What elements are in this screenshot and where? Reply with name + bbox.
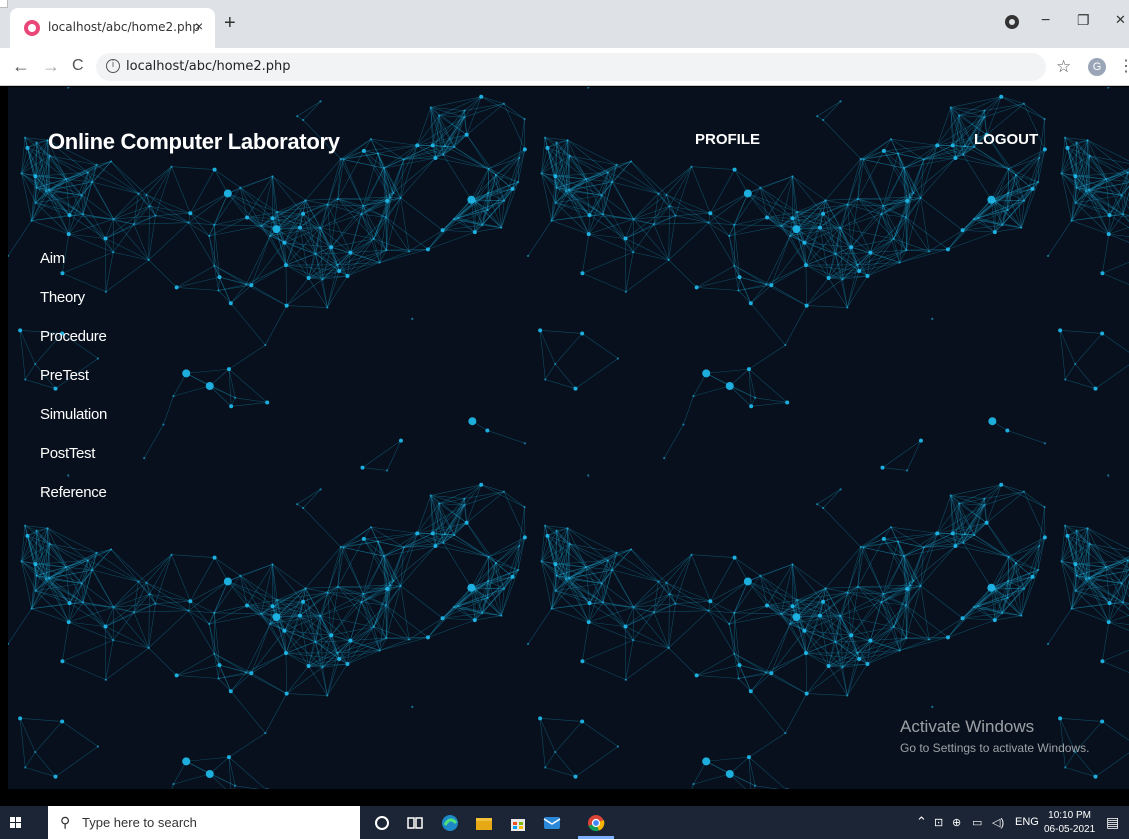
windows-taskbar: ⚲ Type here to search ⌃ ⊡ ⊕ ▭ ◁) ENG 10:… — [0, 806, 1129, 839]
edge-browser-icon[interactable] — [440, 813, 460, 833]
notifications-icon[interactable]: ▤ — [1106, 814, 1119, 831]
menu-item-pretest[interactable]: PreTest — [40, 366, 107, 405]
site-info-icon[interactable]: i — [106, 59, 120, 73]
search-placeholder: Type here to search — [82, 815, 197, 830]
web-page: Online Computer Laboratory PROFILE LOGOU… — [8, 87, 1129, 789]
clock-time: 10:10 PM — [1048, 810, 1091, 821]
minimize-button[interactable]: − — [1041, 12, 1050, 30]
file-explorer-icon[interactable] — [474, 813, 494, 833]
tray-chevron-icon[interactable]: ⌃ — [916, 814, 927, 830]
battery-icon[interactable]: ▭ — [972, 816, 982, 829]
network-background — [8, 87, 1129, 789]
network-globe-icon[interactable]: ⊕ — [952, 816, 961, 829]
activate-windows-watermark: Activate Windows Go to Settings to activ… — [900, 717, 1089, 755]
menu-item-simulation[interactable]: Simulation — [40, 405, 107, 444]
store-icon[interactable] — [508, 813, 528, 833]
side-menu: Aim Theory Procedure PreTest Simulation … — [40, 249, 107, 522]
volume-icon[interactable]: ◁) — [992, 816, 1004, 829]
browser-tab[interactable]: localhost/abc/home2.php × — [10, 8, 215, 48]
window-corner — [0, 0, 8, 8]
address-bar[interactable]: i localhost/abc/home2.php — [96, 53, 1046, 81]
back-button[interactable]: ← — [12, 56, 30, 76]
watermark-title: Activate Windows — [900, 717, 1035, 736]
site-favicon-icon — [24, 20, 40, 36]
mail-icon[interactable] — [542, 813, 562, 833]
reload-button[interactable]: C — [72, 56, 84, 76]
site-title: Online Computer Laboratory — [48, 129, 340, 154]
profile-link[interactable]: PROFILE — [695, 131, 760, 148]
search-icon: ⚲ — [60, 814, 71, 830]
tray-device-icon[interactable]: ⊡ — [934, 816, 943, 829]
browser-toolbar: ← → C i localhost/abc/home2.php ☆ G ⋮ — [0, 48, 1129, 86]
extension-icon[interactable] — [1005, 15, 1019, 29]
task-view-icon[interactable] — [405, 813, 425, 833]
forward-button[interactable]: → — [42, 56, 60, 76]
menu-item-reference[interactable]: Reference — [40, 483, 107, 522]
browser-menu-icon[interactable]: ⋮ — [1118, 56, 1129, 76]
profile-avatar[interactable]: G — [1088, 58, 1106, 76]
windows-start-icon[interactable] — [10, 817, 22, 829]
clock-date: 06-05-2021 — [1044, 824, 1096, 835]
menu-item-posttest[interactable]: PostTest — [40, 444, 107, 483]
new-tab-button[interactable]: + — [224, 13, 236, 33]
chrome-icon[interactable] — [586, 813, 606, 833]
restore-button[interactable]: ❐ — [1077, 12, 1090, 29]
menu-item-theory[interactable]: Theory — [40, 288, 107, 327]
bookmark-star-icon[interactable]: ☆ — [1056, 57, 1071, 77]
tab-title: localhost/abc/home2.php — [48, 20, 200, 34]
cortana-icon[interactable] — [372, 813, 392, 833]
taskbar-clock[interactable]: 10:10 PM 06-05-2021 — [1044, 809, 1095, 837]
menu-item-aim[interactable]: Aim — [40, 249, 107, 288]
taskbar-search-box[interactable]: ⚲ Type here to search — [48, 806, 360, 839]
tab-close-button[interactable]: × — [195, 18, 203, 34]
watermark-subtitle: Go to Settings to activate Windows. — [900, 741, 1090, 755]
menu-item-procedure[interactable]: Procedure — [40, 327, 107, 366]
close-window-button[interactable]: ✕ — [1115, 12, 1126, 28]
address-url[interactable]: localhost/abc/home2.php — [126, 59, 290, 74]
logout-link[interactable]: LOGOUT — [974, 131, 1038, 148]
browser-tab-bar: localhost/abc/home2.php × + − ❐ ✕ — [0, 0, 1129, 48]
language-indicator[interactable]: ENG — [1015, 816, 1039, 828]
